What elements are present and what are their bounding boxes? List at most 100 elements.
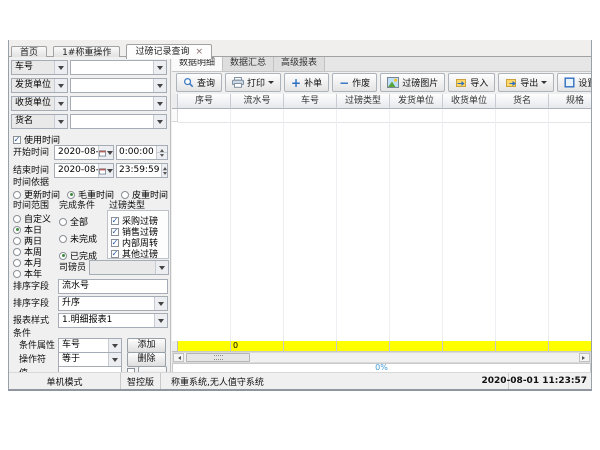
tab-label: 过磅记录查询 [135, 47, 189, 57]
field-combo-goods[interactable]: 货名 [11, 114, 68, 129]
field-combo-vehicle[interactable]: 车号 [11, 60, 68, 75]
weigh-type-groupbox: ✓采购过磅 ✓销售过磅 ✓内部周转 ✓其他过磅 [107, 210, 169, 259]
import-button[interactable]: 导入 [448, 73, 495, 92]
weigher-label: 司磅员 [59, 263, 86, 274]
combo-value: 收货单位 [12, 97, 54, 110]
scroll-left-arrow[interactable] [173, 353, 184, 362]
vehicle-value-combo[interactable] [70, 60, 167, 75]
minus-icon: − [339, 78, 349, 88]
report-style-label: 报表样式 [13, 316, 49, 327]
weigher-combo[interactable] [89, 260, 169, 275]
condition-op-combo[interactable]: 等于 [58, 352, 122, 367]
calendar-icon [98, 146, 113, 159]
tab-data-summary[interactable]: 数据汇总 [223, 57, 274, 71]
supplement-order-button[interactable]: +补单 [284, 73, 329, 92]
spinner-arrows-icon[interactable] [156, 146, 167, 159]
shipper-value-combo[interactable] [70, 78, 167, 93]
spinner-arrows-icon[interactable] [161, 164, 167, 177]
print-button[interactable]: 打印 [225, 73, 281, 92]
summary-row: 0 [172, 341, 591, 352]
query-button[interactable]: 查询 [176, 73, 222, 92]
date-value: 2020-08-01 [55, 146, 98, 159]
start-date-picker[interactable]: 2020-08-01 [54, 145, 114, 160]
summary-cell [337, 341, 390, 352]
toolbar-button-label: 导出 [520, 76, 538, 89]
grid-toolbar: 查询 打印 +补单 −作废 过磅图片 导入 导出 设置 [172, 71, 591, 94]
summary-cell [496, 341, 549, 352]
condition-label: 条件 [13, 329, 31, 340]
chevron-down-icon [153, 61, 166, 74]
column-header-serial[interactable]: 流水号 [231, 94, 284, 109]
column-header-receiver[interactable]: 收货单位 [443, 94, 496, 109]
settings-button[interactable]: 设置 [557, 73, 591, 92]
close-icon[interactable]: × [196, 47, 204, 57]
status-bar: 单机模式 智控版 称重系统,无人值守系统 2020-08-01 11:23:57 [9, 372, 591, 389]
chevron-down-icon [54, 97, 67, 110]
start-time-label: 开始时间 [13, 148, 49, 159]
add-condition-button[interactable]: 添加 [127, 338, 166, 353]
column-header-weigh-type[interactable]: 过磅类型 [337, 94, 390, 109]
app-window: 首页 1#称重操作 过磅记录查询× 车号 发货单位 收货单位 货名 ✓使用时间 … [8, 40, 592, 391]
data-panel: 数据明细 数据汇总 高级报表 查询 打印 +补单 −作废 过磅图片 导入 导出 … [172, 57, 591, 373]
summary-cell [390, 341, 443, 352]
radio-unfinished[interactable]: 未完成 [59, 232, 97, 245]
sort-field-label: 排序字段 [13, 282, 49, 293]
radio-update-time[interactable]: 更新时间 [13, 188, 60, 201]
column-header-seq[interactable]: 序号 [178, 94, 231, 109]
column-header-vehicle[interactable]: 车号 [284, 94, 337, 109]
column-header-spec[interactable]: 规格 [549, 94, 591, 109]
grid-vline [230, 109, 231, 341]
tab-weigh-record-query[interactable]: 过磅记录查询 × [126, 44, 212, 59]
grid-vline [336, 109, 337, 341]
chevron-down-icon [108, 353, 121, 366]
image-icon [387, 77, 399, 88]
radio-label: 未完成 [70, 232, 97, 245]
grid-body[interactable] [172, 109, 591, 341]
horizontal-scrollbar[interactable] [172, 352, 591, 363]
sort-order-combo[interactable]: 升序 [58, 296, 168, 311]
chevron-down-icon [54, 115, 67, 128]
summary-cell [549, 341, 591, 352]
void-order-button[interactable]: −作废 [332, 73, 377, 92]
receiver-value-combo[interactable] [70, 96, 167, 111]
use-time-checkbox[interactable]: ✓使用时间 [13, 133, 60, 146]
chevron-down-icon [155, 261, 168, 274]
condition-attr-combo[interactable]: 车号 [58, 338, 122, 353]
goods-value-combo[interactable] [70, 114, 167, 129]
column-header-goods[interactable]: 货名 [496, 94, 549, 109]
toolbar-button-label: 补单 [304, 76, 322, 89]
end-time-spinner[interactable]: 23:59:59 [116, 163, 168, 178]
radio-icon [59, 218, 67, 226]
combo-value: 车号 [12, 61, 54, 74]
dropdown-caret-icon [268, 81, 274, 87]
combo-value: 车号 [59, 339, 108, 352]
export-icon [505, 77, 517, 88]
weigh-photo-button[interactable]: 过磅图片 [380, 73, 445, 92]
column-header-shipper[interactable]: 发货单位 [390, 94, 443, 109]
delete-condition-button[interactable]: 删除 [127, 352, 166, 367]
radio-this-year[interactable]: 本年 [13, 267, 42, 280]
tab-advanced-report[interactable]: 高级报表 [274, 57, 325, 71]
time-value: 0:00:00 [117, 146, 156, 159]
grid-vline [283, 109, 284, 341]
sort-field-input[interactable]: 流水号 [58, 279, 168, 294]
combo-value: 升序 [59, 297, 154, 310]
field-combo-receiver[interactable]: 收货单位 [11, 96, 68, 111]
settings-icon [564, 77, 575, 88]
report-style-combo[interactable]: 1.明细报表1 [58, 313, 168, 328]
start-time-spinner[interactable]: 0:00:00 [116, 145, 168, 160]
thumb-grip-icon [214, 355, 223, 360]
field-combo-shipper[interactable]: 发货单位 [11, 78, 68, 93]
grid-vline [442, 109, 443, 341]
chevron-down-icon [153, 79, 166, 92]
radio-tare-time[interactable]: 皮重时间 [121, 188, 168, 201]
scrollbar-thumb[interactable] [186, 353, 250, 362]
date-value: 2020-08-01 [55, 164, 98, 177]
scroll-right-arrow[interactable] [579, 353, 590, 362]
end-date-picker[interactable]: 2020-08-01 [54, 163, 114, 178]
checkbox-other-weigh[interactable]: ✓其他过磅 [111, 247, 158, 260]
radio-gross-time[interactable]: 毛重时间 [67, 188, 114, 201]
export-button[interactable]: 导出 [498, 73, 554, 92]
sort-order-label: 排序字段 [13, 299, 49, 310]
radio-all[interactable]: 全部 [59, 215, 88, 228]
